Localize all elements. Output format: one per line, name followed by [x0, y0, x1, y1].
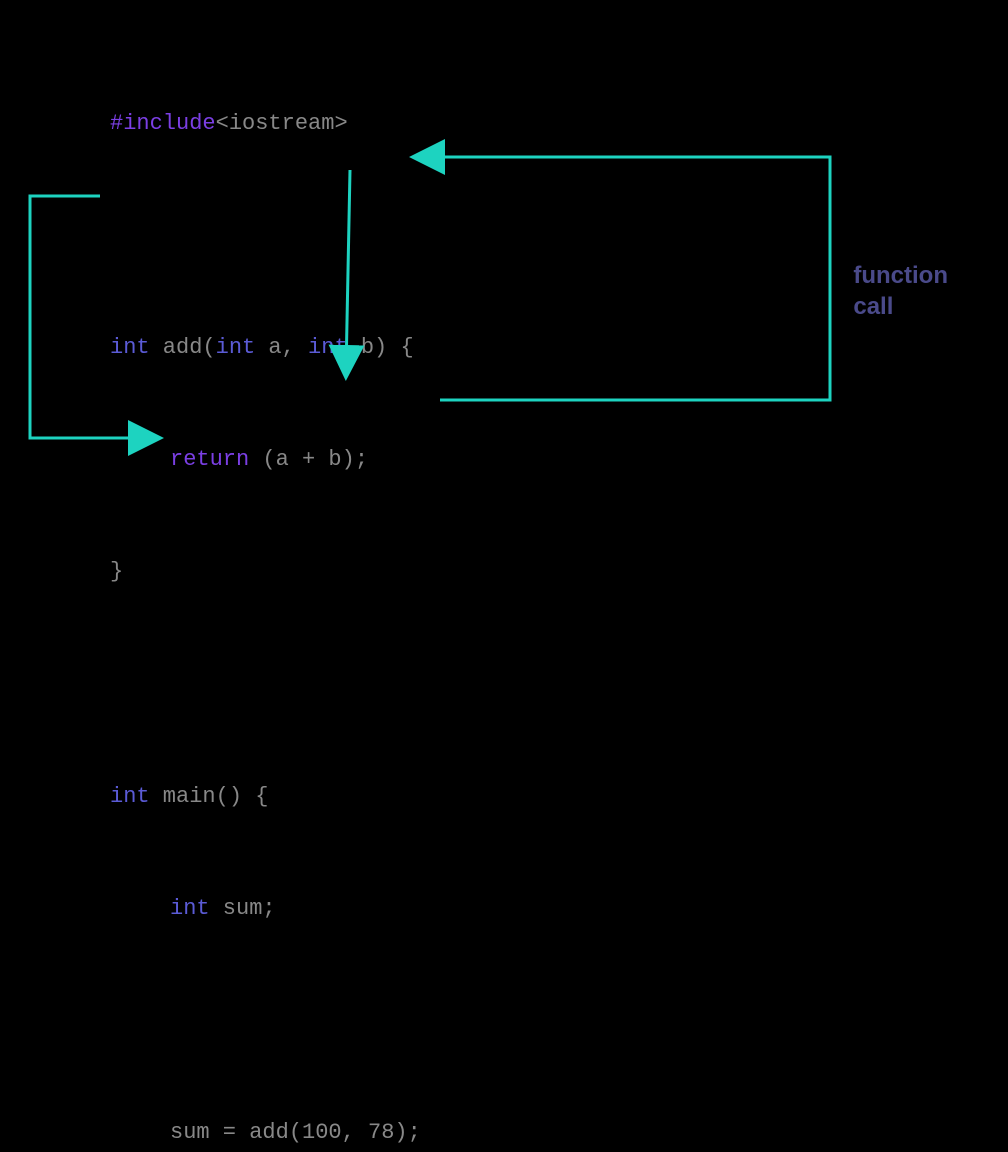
type-int: int: [170, 896, 210, 921]
include-header: <iostream>: [216, 111, 348, 136]
close-brace: }: [110, 559, 123, 584]
annotation-line1: function: [853, 260, 948, 291]
type-int: int: [216, 335, 256, 360]
annotation-function-call: function call: [853, 260, 948, 322]
code-line-blank: [110, 217, 421, 254]
code-line-include: #include<iostream>: [110, 105, 421, 142]
code-line-brace: }: [110, 553, 421, 590]
func-name-main: main() {: [150, 784, 269, 809]
code-line-call: sum = add(100, 78);: [110, 1114, 421, 1151]
annotation-line2: call: [853, 291, 948, 322]
func-name-add: add(: [150, 335, 216, 360]
type-int: int: [110, 335, 150, 360]
code-line-return: return (a + b);: [110, 441, 421, 478]
param-a: a,: [255, 335, 308, 360]
code-line-add-sig: int add(int a, int b) {: [110, 329, 421, 366]
call-expr: sum = add(100, 78);: [170, 1120, 421, 1145]
code-line-decl: int sum;: [110, 890, 421, 927]
type-int: int: [308, 335, 348, 360]
var-sum: sum;: [210, 896, 276, 921]
code-line-main-sig: int main() {: [110, 778, 421, 815]
return-expr: (a + b);: [249, 447, 368, 472]
param-b: b) {: [348, 335, 414, 360]
return-keyword: return: [170, 447, 249, 472]
code-line-blank: [110, 666, 421, 703]
type-int: int: [110, 784, 150, 809]
code-block: #include<iostream> int add(int a, int b)…: [110, 30, 421, 1152]
arrow-call-to-add: [418, 157, 830, 400]
include-directive: #include: [110, 111, 216, 136]
code-line-blank: [110, 1002, 421, 1039]
